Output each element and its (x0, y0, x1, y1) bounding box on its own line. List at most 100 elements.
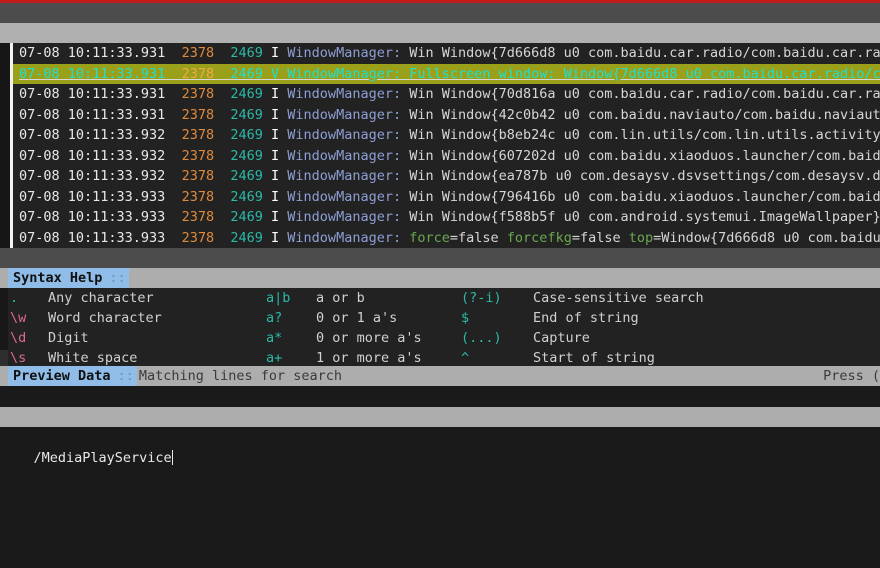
log-gap (214, 148, 230, 164)
syntax-symbol3: $ (461, 310, 470, 326)
preview-right-hint: Press ( (823, 368, 880, 384)
log-line[interactable]: 07-08 10:11:33.931 2378 2469 I WindowMan… (13, 84, 880, 105)
log-tid: 2469 (230, 229, 263, 246)
log-line[interactable]: 07-08 10:11:33.932 2378 2469 I WindowMan… (13, 166, 880, 187)
log-line[interactable]: 07-08 10:11:33.932 2378 2469 I WindowMan… (13, 146, 880, 167)
syntax-description: White space (48, 350, 138, 366)
lnav-terminal-window: 2024-09-04T16:05:07 CST LOG : 2024-07-08… (0, 0, 880, 568)
syntax-help-titlebar: Syntax Help:: (0, 268, 880, 288)
log-body (401, 230, 409, 246)
log-gap (263, 230, 271, 246)
log-timestamp: 07-08 10:11:33.931 (19, 106, 166, 123)
log-tid: 2469 (230, 209, 263, 225)
help-scrollbar-thumb[interactable] (0, 288, 8, 350)
log-pid: 2378 (181, 147, 215, 164)
log-pid: 2378 (181, 65, 215, 82)
log-body-eq: = (449, 229, 459, 246)
log-tid: 2469 (230, 86, 263, 102)
log-level: I (271, 127, 280, 143)
log-tid: 2469 (230, 106, 263, 123)
log-pid: 2378 (181, 86, 215, 102)
log-tag: WindowManager: (287, 65, 402, 82)
log-level: I (271, 209, 280, 225)
log-gap (263, 107, 271, 123)
log-line-list: 07-08 10:11:33.931 2378 2469 I WindowMan… (13, 43, 880, 248)
syntax-help-title[interactable]: Syntax Help (8, 268, 110, 288)
log-gap (214, 127, 230, 143)
syntax-symbol3-cell: $ (461, 308, 533, 328)
log-body: Win Window{7d666d8 u0 com.baidu.car.radi… (401, 45, 880, 61)
syntax-description2-text: 0 or more a's (316, 330, 422, 346)
preview-subtitle: Matching lines for search (138, 368, 343, 384)
log-line[interactable]: 07-08 10:11:33.933 2378 2469 I WindowMan… (13, 228, 880, 249)
syntax-help-pane: . Any character a|b a or b (?-i) Case-sensiti… (0, 288, 880, 366)
log-gap (214, 168, 230, 184)
log-body-key: force (409, 229, 450, 246)
log-gap (165, 148, 181, 164)
log-gap (214, 209, 230, 225)
syntax-description3: End of string (533, 310, 639, 326)
log-gap (214, 107, 230, 123)
syntax-description2-text: a or b (316, 290, 365, 306)
log-tag: WindowManager: (287, 86, 402, 102)
log-timestamp: 07-08 10:11:33.932 (19, 127, 166, 143)
search-input-value[interactable]: /MediaPlayService (34, 450, 172, 466)
syntax-symbol3: ^ (461, 350, 470, 366)
log-gap (214, 189, 230, 205)
log-gap (263, 45, 271, 61)
log-pid: 2378 (181, 45, 215, 61)
syntax-help-row: \s White space a+ 1 or more a's ^ Start of st… (10, 348, 880, 366)
help-gutter (0, 288, 8, 366)
log-body: Win Window{f588b5f u0 com.android.system… (401, 209, 880, 225)
syntax-symbol2: a* (266, 330, 283, 346)
syntax-symbol2: a? (266, 310, 283, 326)
log-gap (165, 107, 181, 123)
log-line[interactable]: 07-08 10:11:33.931 2378 2469 I WindowMan… (13, 105, 880, 126)
log-pane: 07-08 10:11:33.931 2378 2469 I WindowMan… (0, 43, 880, 248)
preview-title[interactable]: Preview Data (8, 366, 118, 386)
log-body-key: forcefkg (506, 229, 572, 246)
log-tag: WindowManager: (287, 45, 402, 61)
search-input[interactable]: /MediaPlayService (0, 427, 880, 568)
log-gutter (0, 43, 10, 248)
log-tid: 2469 (230, 45, 263, 61)
log-timestamp: 07-08 10:11:33.933 (19, 188, 166, 205)
log-line[interactable]: 07-08 10:11:33.933 2378 2469 I WindowMan… (13, 187, 880, 208)
log-tag: WindowManager: (287, 147, 402, 164)
log-tag: WindowManager: (287, 209, 402, 225)
log-line[interactable]: 07-08 10:11:33.931 2378 2469 V WindowMan… (13, 63, 880, 84)
log-tag: WindowManager: (287, 127, 402, 143)
syntax-symbol2-cell: a+ (266, 348, 316, 366)
log-line[interactable]: 07-08 10:11:33.932 2378 2469 I WindowMan… (13, 125, 880, 146)
syntax-help-row: \d Digit a* 0 or more a's (...) Capture (10, 328, 880, 348)
log-timestamp: 07-08 10:11:33.932 (19, 147, 166, 164)
log-gap (165, 230, 181, 246)
syntax-symbol-cell: \s (10, 348, 48, 366)
syntax-description: Digit (48, 330, 89, 346)
syntax-symbol: \w (10, 310, 27, 326)
log-gap (165, 209, 181, 225)
syntax-symbol2: a+ (266, 350, 283, 366)
log-tag: WindowManager: (287, 188, 402, 205)
preview-title-sep: :: (117, 366, 137, 386)
log-body: Win Window{b8eb24c u0 com.lin.utils/com.… (401, 127, 880, 143)
syntax-description3: Case-sensitive search (533, 290, 704, 306)
log-gap (165, 45, 181, 61)
log-body: Fullscreen window: Window{7d666d8 u0 com… (401, 65, 880, 82)
syntax-symbol: \s (10, 350, 27, 366)
log-line[interactable]: 07-08 10:11:33.931 2378 2469 I WindowMan… (13, 43, 880, 64)
log-level: I (271, 106, 280, 123)
log-tag: WindowManager: (287, 168, 402, 184)
syntax-symbol2-cell: a* (266, 328, 316, 348)
syntax-help-row: \w Word character a? 0 or 1 a's $ End of stri… (10, 308, 880, 328)
log-body: false (458, 229, 507, 246)
log-timestamp: 07-08 10:11:33.931 (19, 65, 166, 82)
log-body-eq: = (571, 229, 580, 246)
log-timestamp: 07-08 10:11:33.932 (19, 168, 166, 184)
lower-tabstrip[interactable]: Files :: Text Filters :: (0, 248, 880, 268)
syntax-symbol-cell: \d (10, 328, 48, 348)
log-pid: 2378 (181, 209, 215, 225)
log-tid: 2469 (230, 127, 263, 143)
log-line[interactable]: 07-08 10:11:33.933 2378 2469 I WindowMan… (13, 207, 880, 228)
breadcrumb[interactable]: LOG : 2024-07-08T10:11:33.931 : android_… (0, 23, 880, 43)
